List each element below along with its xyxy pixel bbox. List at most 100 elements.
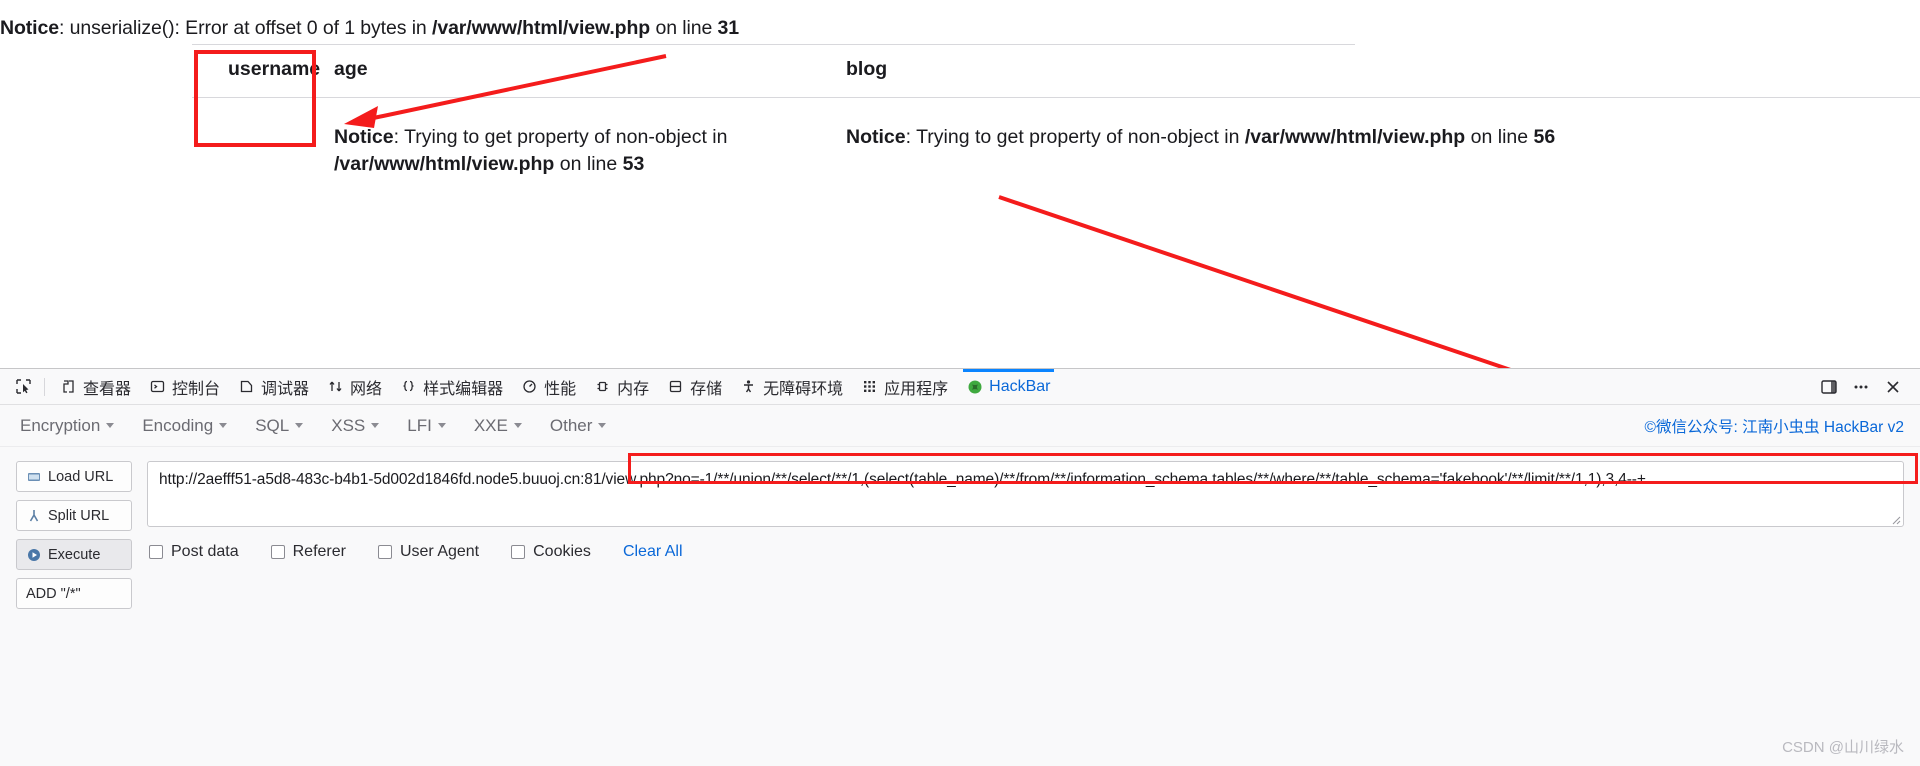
menu-label: XSS (331, 415, 366, 435)
dock-split-icon[interactable] (1814, 373, 1844, 401)
hackbar-url-value: http://2aefff51-a5d8-483c-b4b1-5d002d184… (159, 471, 1892, 489)
hackbar-credit-text: ©微信公众号: 江南小虫虫 HackBar v2 (1644, 418, 1904, 436)
devtools-tab-label: 调试器 (261, 380, 310, 398)
watermark-text: CSDN @山川绿水 (1782, 739, 1904, 756)
chevron-down-icon (106, 423, 115, 428)
cell-blog-notice-label: Notice (846, 125, 906, 148)
inspector-icon (60, 378, 77, 395)
devtools-tab-network[interactable]: 网络 (318, 370, 391, 404)
checkbox-label: User Agent (399, 543, 480, 560)
button-label: ADD "/*" (26, 585, 81, 602)
cell-blog-file-part1: /var/www/html/ (1244, 125, 1383, 148)
cell-blog-message: Trying to get property of non-object in (916, 125, 1245, 148)
button-label: Execute (48, 546, 101, 563)
devtools-toolbar-actions (1814, 373, 1920, 401)
url-prefix: http://2aefff51-a5d8-483c-b4b1-5d002d184… (159, 471, 674, 488)
devtools-tab-label: 控制台 (172, 380, 221, 398)
devtools-tab-debugger[interactable]: 调试器 (229, 370, 318, 404)
devtools-panel: 查看器 控制台 调试器 网络 样式编辑器 性能 内存 存储 无障碍环境 应用程序… (0, 368, 1920, 766)
chevron-down-icon (513, 423, 522, 428)
devtools-tab-inspector[interactable]: 查看器 (51, 370, 140, 404)
cell-blog-line-number: 56 (1533, 125, 1556, 148)
cell-age-message: Trying to get property of non-object in (404, 125, 728, 148)
checkbox-referer[interactable]: Referer (270, 543, 346, 561)
notice-label: Notice (0, 17, 59, 39)
php-notice-unserialize: Notice: unserialize(): Error at offset 0… (0, 17, 739, 40)
column-header-age: age (298, 44, 810, 98)
hackbar-menu-encoding[interactable]: Encoding (142, 415, 228, 436)
cell-age-sep: : (393, 125, 405, 148)
cell-age-line-number: 53 (622, 153, 645, 176)
add-comment-button[interactable]: ADD "/*" (16, 578, 132, 609)
devtools-tab-style-editor[interactable]: 样式编辑器 (391, 370, 512, 404)
checkbox-box[interactable] (270, 545, 285, 559)
split-url-button[interactable]: Split URL (16, 500, 132, 531)
meatball-menu-icon[interactable] (1846, 373, 1876, 401)
cell-age-online: on line (554, 153, 623, 176)
chevron-down-icon (437, 423, 446, 428)
cell-blog-file-part2: view.php (1382, 125, 1466, 148)
url-payload: no=-1/**/union/**/select/**/1,(select(ta… (673, 471, 1646, 488)
menu-label: Encryption (20, 415, 101, 435)
checkbox-post-data[interactable]: Post data (149, 543, 239, 561)
cell-blog-sep: : (905, 125, 917, 148)
close-icon[interactable] (1878, 373, 1908, 401)
devtools-tab-label: HackBar (989, 377, 1051, 395)
chevron-down-icon (371, 423, 380, 428)
hackbar-url-field[interactable]: http://2aefff51-a5d8-483c-b4b1-5d002d184… (147, 461, 1904, 527)
notice-online: on line (650, 17, 718, 39)
table-head: username age blog (192, 44, 1920, 98)
table-header-row: username age blog (192, 44, 1920, 98)
menu-label: XXE (473, 415, 508, 435)
hackbar-icon (966, 378, 983, 395)
devtools-tab-memory[interactable]: 内存 (585, 370, 658, 404)
checkbox-label: Cookies (533, 543, 591, 560)
notice-sep: : (59, 17, 70, 39)
checkbox-label: Post data (171, 543, 239, 560)
devtools-tab-accessibility[interactable]: 无障碍环境 (731, 370, 852, 404)
menu-label: Encoding (142, 415, 214, 435)
hackbar-main-column: http://2aefff51-a5d8-483c-b4b1-5d002d184… (132, 461, 1904, 617)
devtools-tab-console[interactable]: 控制台 (140, 370, 229, 404)
element-picker-icon[interactable] (6, 373, 40, 401)
cell-age-file-part1: /var/www/html/ (334, 153, 472, 176)
checkbox-box[interactable] (149, 545, 163, 559)
chevron-down-icon (219, 423, 228, 428)
button-label: Split URL (48, 507, 110, 524)
notice-line-number: 31 (717, 17, 740, 39)
split-url-icon (26, 508, 41, 523)
cell-age-notice-label: Notice (334, 125, 394, 148)
cell-age-file-part2: view.php (471, 153, 555, 176)
clear-all-link[interactable]: Clear All (623, 543, 683, 561)
hackbar-button-column: Load URL Split URL Execute ADD "/*" (16, 461, 132, 617)
style-editor-icon (400, 378, 417, 395)
devtools-tab-application[interactable]: 应用程序 (852, 370, 957, 404)
hackbar-menu-encryption[interactable]: Encryption (20, 415, 115, 436)
storage-icon (667, 378, 684, 395)
checkbox-user-agent[interactable]: User Agent (377, 543, 480, 561)
checkbox-label: Referer (292, 543, 346, 560)
checkbox-box[interactable] (377, 545, 392, 559)
hackbar-menu-sql[interactable]: SQL (255, 416, 304, 436)
hackbar-menu-other[interactable]: Other (550, 416, 607, 436)
devtools-tab-performance[interactable]: 性能 (512, 370, 585, 404)
checkbox-box[interactable] (511, 545, 526, 559)
column-header-blog: blog (810, 44, 1920, 98)
devtools-tab-storage[interactable]: 存储 (658, 370, 731, 404)
table-body: Notice: Trying to get property of non-ob… (192, 97, 1920, 191)
notice-file: /var/www/html/view.php (432, 17, 651, 39)
load-url-icon (26, 469, 41, 484)
hackbar-menu-lfi[interactable]: LFI (407, 416, 446, 436)
devtools-tab-label: 样式编辑器 (423, 380, 504, 398)
hackbar-menu-xxe[interactable]: XXE (474, 416, 522, 436)
checkbox-cookies[interactable]: Cookies (511, 543, 591, 561)
devtools-tab-hackbar[interactable]: HackBar (957, 368, 1059, 404)
chevron-down-icon (598, 423, 607, 428)
hackbar-menu-xss[interactable]: XSS (331, 415, 380, 436)
cell-blog-online: on line (1465, 125, 1534, 148)
load-url-button[interactable]: Load URL (16, 461, 132, 492)
column-header-username: username (192, 44, 320, 98)
execute-button[interactable]: Execute (16, 539, 132, 570)
resize-grip-icon[interactable] (1889, 513, 1901, 525)
network-icon (327, 378, 344, 395)
